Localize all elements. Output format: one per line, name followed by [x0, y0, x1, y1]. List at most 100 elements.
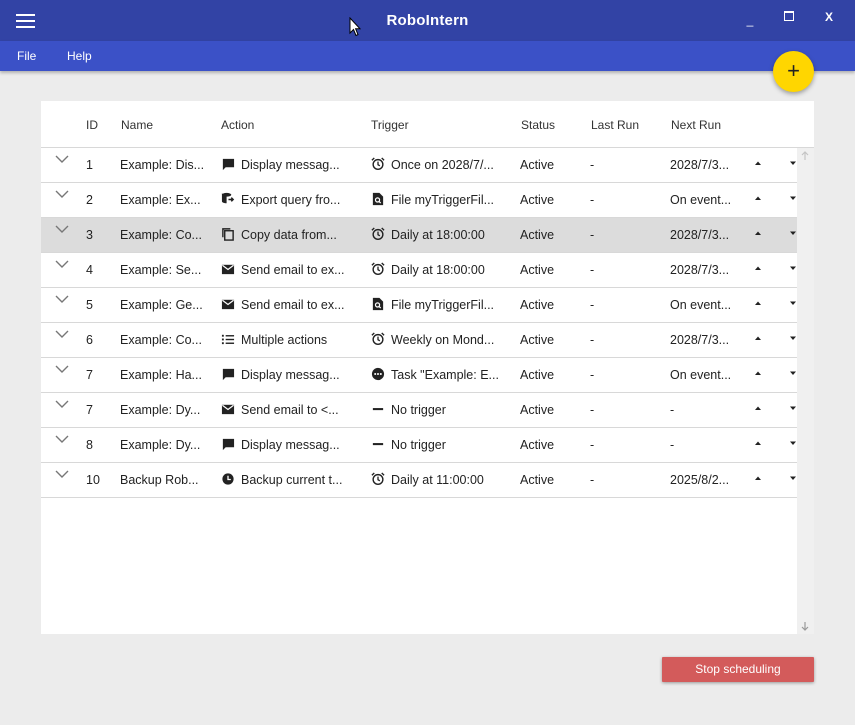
scroll-down-arrow-icon[interactable] — [800, 621, 810, 631]
expand-row-chevron-icon[interactable] — [55, 257, 69, 273]
email-icon — [221, 264, 235, 275]
add-task-button[interactable]: + — [773, 51, 814, 92]
move-up-arrow-icon[interactable] — [752, 471, 764, 485]
scroll-up-arrow-icon[interactable] — [800, 151, 810, 161]
cell-trigger: File myTriggerFil... — [391, 193, 495, 207]
move-up-arrow-icon[interactable] — [752, 156, 764, 170]
table-row[interactable]: 3 Example: Co... Copy data from... Daily at… — [41, 218, 797, 253]
backup-icon — [222, 473, 234, 485]
title-bar: RoboIntern _ X — [0, 0, 855, 41]
cell-last-run: - — [590, 228, 595, 242]
menu-bar: File Help — [0, 41, 855, 71]
table-row[interactable]: 4 Example: Se... Send email to ex... Daily … — [41, 253, 797, 288]
cell-id: 6 — [86, 333, 93, 347]
table-row[interactable]: 1 Example: Dis... Display messag... Once on… — [41, 148, 797, 183]
cell-action: Display messag... — [241, 158, 340, 172]
alarm-icon — [371, 332, 385, 346]
cell-id: 10 — [86, 473, 100, 487]
cell-last-run: - — [590, 263, 595, 277]
expand-row-chevron-icon[interactable] — [55, 187, 69, 203]
cell-name: Example: Ge... — [120, 298, 203, 312]
cell-status: Active — [520, 193, 555, 207]
message-icon — [222, 158, 235, 171]
file-search-icon — [372, 192, 384, 206]
table-row[interactable]: 6 Example: Co... Multiple actions Weekly on… — [41, 323, 797, 358]
cell-name: Example: Ha... — [120, 368, 202, 382]
file-search-icon — [372, 297, 384, 311]
alarm-icon — [371, 262, 385, 276]
list-icon — [221, 334, 235, 345]
cell-action: Copy data from... — [241, 228, 337, 242]
cell-last-run: - — [590, 158, 595, 172]
table-row[interactable]: 7 Example: Ha... Display messag... Task "Ex… — [41, 358, 797, 393]
column-header-last-run[interactable]: Last Run — [591, 118, 639, 132]
cell-status: Active — [520, 333, 555, 347]
expand-row-chevron-icon[interactable] — [55, 222, 69, 238]
cell-id: 7 — [86, 368, 93, 382]
cell-next-run: On event... — [670, 368, 732, 382]
move-up-arrow-icon[interactable] — [752, 331, 764, 345]
cell-trigger: Daily at 18:00:00 — [391, 228, 485, 242]
move-up-arrow-icon[interactable] — [752, 366, 764, 380]
maximize-icon — [784, 11, 794, 21]
cell-id: 5 — [86, 298, 93, 312]
cell-trigger: No trigger — [391, 403, 446, 417]
table-header: ID Name Action Trigger Status Last Run N… — [41, 101, 814, 148]
expand-row-chevron-icon[interactable] — [55, 467, 69, 483]
cell-next-run: 2025/8/2... — [670, 473, 730, 487]
table-row[interactable]: 10 Backup Rob... Backup current t... Daily … — [41, 463, 797, 498]
app-title: RoboIntern — [386, 12, 469, 29]
cell-name: Backup Rob... — [120, 473, 199, 487]
cell-trigger: Once on 2028/7/... — [391, 158, 494, 172]
task-table: ID Name Action Trigger Status Last Run N… — [41, 101, 814, 634]
cell-last-run: - — [590, 473, 595, 487]
expand-row-chevron-icon[interactable] — [55, 152, 69, 168]
cell-status: Active — [520, 298, 555, 312]
message-icon — [222, 368, 235, 381]
expand-row-chevron-icon[interactable] — [55, 362, 69, 378]
cell-status: Active — [520, 403, 555, 417]
cell-next-run: 2028/7/3... — [670, 333, 730, 347]
cell-status: Active — [520, 263, 555, 277]
minimize-button[interactable]: _ — [739, 13, 761, 27]
table-row[interactable]: 5 Example: Ge... Send email to ex... File m… — [41, 288, 797, 323]
vertical-scrollbar[interactable] — [797, 148, 814, 634]
cell-next-run: On event... — [670, 193, 732, 207]
expand-row-chevron-icon[interactable] — [55, 432, 69, 448]
cell-name: Example: Dy... — [120, 438, 201, 452]
expand-row-chevron-icon[interactable] — [55, 397, 69, 413]
table-row[interactable]: 7 Example: Dy... Send email to <... No trig… — [41, 393, 797, 428]
message-icon — [222, 438, 235, 451]
cell-last-run: - — [590, 298, 595, 312]
cell-last-run: - — [590, 403, 595, 417]
column-header-id[interactable]: ID — [86, 118, 98, 132]
move-up-arrow-icon[interactable] — [752, 191, 764, 205]
cell-trigger: Daily at 18:00:00 — [391, 263, 485, 277]
column-header-trigger[interactable]: Trigger — [371, 118, 409, 132]
expand-row-chevron-icon[interactable] — [55, 327, 69, 343]
menu-file[interactable]: File — [17, 49, 36, 63]
cell-trigger: No trigger — [391, 438, 446, 452]
move-up-arrow-icon[interactable] — [752, 436, 764, 450]
table-row[interactable]: 2 Example: Ex... Export query fro... File m… — [41, 183, 797, 218]
column-header-status[interactable]: Status — [521, 118, 555, 132]
move-up-arrow-icon[interactable] — [752, 226, 764, 240]
alarm-icon — [371, 157, 385, 171]
close-button[interactable]: X — [818, 10, 840, 24]
stop-scheduling-button[interactable]: Stop scheduling — [662, 657, 814, 682]
cell-action: Send email to ex... — [241, 263, 345, 277]
cell-trigger: File myTriggerFil... — [391, 298, 495, 312]
menu-help[interactable]: Help — [67, 49, 92, 63]
maximize-button[interactable] — [778, 10, 800, 24]
cell-next-run: 2028/7/3... — [670, 228, 730, 242]
cell-action: Backup current t... — [241, 473, 343, 487]
column-header-name[interactable]: Name — [121, 118, 153, 132]
column-header-action[interactable]: Action — [221, 118, 254, 132]
email-icon — [221, 299, 235, 310]
move-up-arrow-icon[interactable] — [752, 296, 764, 310]
column-header-next-run[interactable]: Next Run — [671, 118, 721, 132]
move-up-arrow-icon[interactable] — [752, 261, 764, 275]
move-up-arrow-icon[interactable] — [752, 401, 764, 415]
table-row[interactable]: 8 Example: Dy... Display messag... No trigg… — [41, 428, 797, 463]
expand-row-chevron-icon[interactable] — [55, 292, 69, 308]
